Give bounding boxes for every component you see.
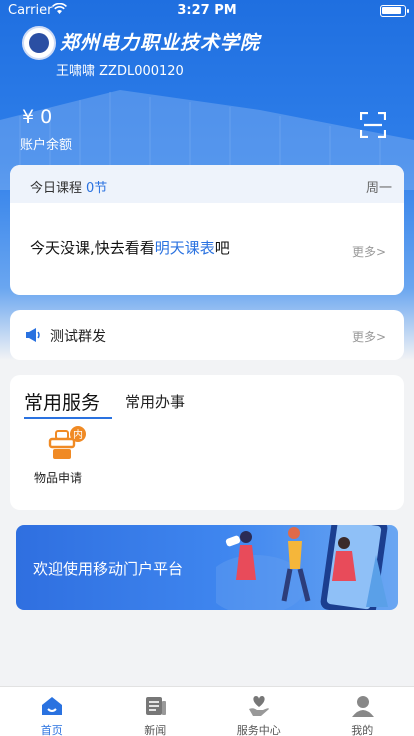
notice-text: 测试群发	[50, 329, 106, 345]
profile-icon	[351, 696, 374, 717]
active-tab-indicator	[24, 417, 112, 419]
notice-card[interactable]: 测试群发 更多>	[10, 310, 404, 360]
user-info: 王啸啸 ZZDL000120	[56, 64, 184, 79]
tab-home[interactable]: 首页	[0, 687, 104, 736]
balance-label[interactable]: 账户余额	[20, 134, 72, 153]
service-center-icon	[249, 696, 269, 716]
scan-icon[interactable]	[360, 112, 386, 138]
tab-service-center[interactable]: 服务中心	[207, 687, 311, 736]
course-more-link[interactable]: 更多>	[352, 243, 386, 260]
banner-text: 欢迎使用移动门户平台	[33, 560, 184, 578]
news-icon	[145, 697, 166, 715]
today-course-card[interactable]: 今日课程 0节 周一 今天没课,快去看看明天课表吧 更多>	[10, 165, 404, 295]
notice-more-link[interactable]: 更多>	[352, 328, 386, 345]
home-icon	[42, 697, 62, 715]
course-count: 0节	[86, 181, 108, 196]
megaphone-icon	[26, 328, 40, 342]
internal-badge: 内	[73, 428, 83, 441]
tab-news[interactable]: 新闻	[104, 687, 208, 736]
portal-banner[interactable]: 欢迎使用移动门户平台	[16, 525, 398, 610]
course-header: 今日课程 0节 周一	[10, 165, 404, 203]
people-illustration	[216, 525, 388, 610]
tab-profile[interactable]: 我的	[311, 687, 414, 736]
clock: 3:27 PM	[177, 3, 237, 18]
goods-request-icon[interactable]: 内	[44, 425, 88, 465]
balance-amount[interactable]: ¥ 0	[22, 106, 52, 128]
tab-common-affairs[interactable]: 常用办事	[125, 391, 185, 412]
school-logo	[22, 26, 56, 60]
tomorrow-schedule-link[interactable]: 明天课表	[155, 239, 215, 257]
battery-icon	[380, 5, 409, 17]
weekday-label: 周一	[365, 181, 392, 196]
service-item-label[interactable]: 物品申请	[34, 469, 82, 486]
status-bar: Carrier 3:27 PM	[0, 0, 414, 22]
course-message: 今天没课,快去看看明天课表吧	[30, 239, 230, 257]
course-title: 今日课程 0节	[30, 181, 108, 196]
school-name: 郑州电力职业技术学院	[60, 32, 261, 54]
bottom-tab-bar: 首页 新闻 服务中心 我的	[0, 686, 414, 736]
services-card: 常用服务 常用办事 内 物品申请	[10, 375, 404, 510]
tab-common-services[interactable]: 常用服务	[24, 388, 100, 415]
